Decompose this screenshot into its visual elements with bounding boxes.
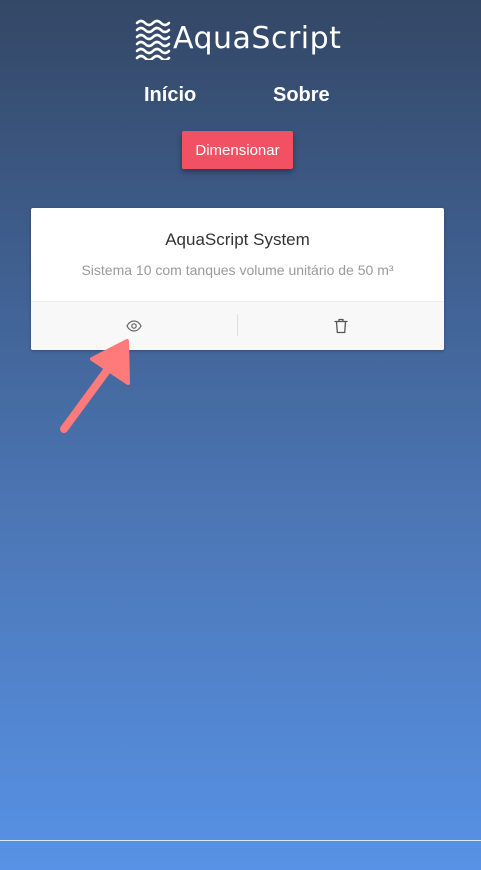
header: AquaScript Início Sobre [0,0,481,120]
system-card: AquaScript System Sistema 10 com tanques… [31,208,444,350]
logo-text: AquaScript [173,20,342,56]
logo[interactable]: AquaScript [135,14,341,62]
card-title: AquaScript System [165,230,310,249]
annotation-arrow-icon [60,339,130,433]
nav-link-sobre[interactable]: Sobre [273,84,330,107]
card-description: Sistema 10 com tanques volume unitário d… [81,262,394,278]
waves-icon [135,19,171,60]
nav-link-inicio[interactable]: Início [144,84,196,107]
dimensionar-button[interactable]: Dimensionar [182,131,293,169]
footer-divider [0,840,481,841]
trash-icon [334,318,348,334]
eye-icon [126,320,142,332]
delete-button[interactable] [238,302,444,350]
